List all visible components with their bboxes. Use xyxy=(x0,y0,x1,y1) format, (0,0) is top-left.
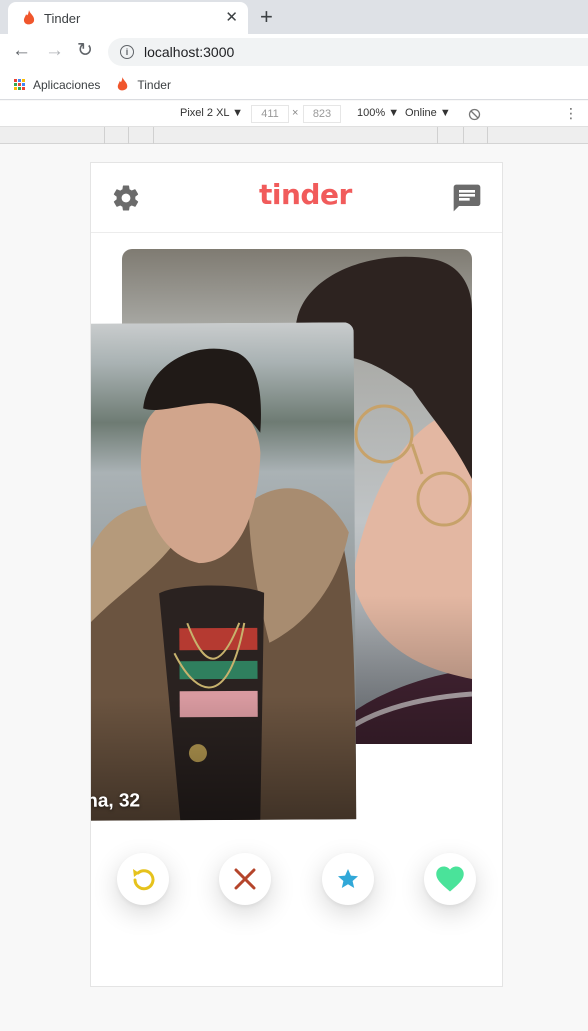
undo-button[interactable] xyxy=(117,853,169,905)
profile-name-age: na, 32 xyxy=(90,790,141,812)
url-text[interactable]: localhost:3000 xyxy=(144,44,234,60)
tinder-flame-icon xyxy=(118,77,128,91)
media-query-ruler xyxy=(0,127,588,144)
tab-title: Tinder xyxy=(44,10,81,26)
bookmark-apps[interactable]: Aplicaciones xyxy=(14,78,100,92)
device-viewport: tinder na, 32 xyxy=(90,162,503,987)
tab-strip: Tinder ✕ + xyxy=(0,0,588,34)
profile-photo xyxy=(91,322,357,821)
bookmark-label: Aplicaciones xyxy=(33,77,101,92)
browser-toolbar: ← → ↻ i localhost:3000 xyxy=(0,34,588,70)
rotate-icon[interactable] xyxy=(468,108,481,121)
new-tab-button[interactable]: + xyxy=(260,4,273,30)
chat-icon[interactable] xyxy=(451,182,483,214)
tinder-flame-icon xyxy=(23,10,35,25)
undo-icon xyxy=(133,869,155,891)
bookmark-label: Tinder xyxy=(137,77,171,92)
zoom-select[interactable]: 100% ▼ xyxy=(357,107,399,119)
apps-grid-icon xyxy=(14,79,25,90)
browser-tab[interactable]: Tinder ✕ xyxy=(8,2,248,34)
close-icon xyxy=(234,868,256,890)
star-icon xyxy=(338,869,358,888)
dislike-button[interactable] xyxy=(219,853,271,905)
app-header: tinder xyxy=(91,163,502,233)
device-select[interactable]: Pixel 2 XL ▼ xyxy=(180,107,243,119)
bookmark-tinder[interactable]: Tinder xyxy=(116,77,171,92)
width-input[interactable]: 411 xyxy=(251,105,289,123)
reload-icon[interactable]: ↻ xyxy=(77,40,93,62)
profile-card[interactable]: na, 32 xyxy=(90,322,357,821)
gear-icon[interactable] xyxy=(111,183,141,213)
dimension-separator: × xyxy=(292,107,299,119)
heart-icon xyxy=(436,866,464,892)
more-options-icon[interactable]: ⋮ xyxy=(564,105,578,121)
close-tab-icon[interactable]: ✕ xyxy=(225,9,238,27)
address-bar[interactable]: i localhost:3000 xyxy=(108,38,588,66)
like-button[interactable] xyxy=(424,853,476,905)
network-throttle-select[interactable]: Online ▼ xyxy=(405,107,451,119)
super-like-button[interactable] xyxy=(322,853,374,905)
height-input[interactable]: 823 xyxy=(303,105,341,123)
info-icon[interactable]: i xyxy=(120,45,134,59)
tinder-logo: tinder xyxy=(259,178,352,211)
device-toolbar: Pixel 2 XL ▼ 411 × 823 100% ▼ Online ▼ ⋮ xyxy=(0,101,588,127)
back-icon[interactable]: ← xyxy=(12,40,31,62)
forward-icon[interactable]: → xyxy=(45,40,64,62)
swipe-actions xyxy=(91,853,502,905)
bookmarks-bar: Aplicaciones Tinder xyxy=(0,70,588,100)
